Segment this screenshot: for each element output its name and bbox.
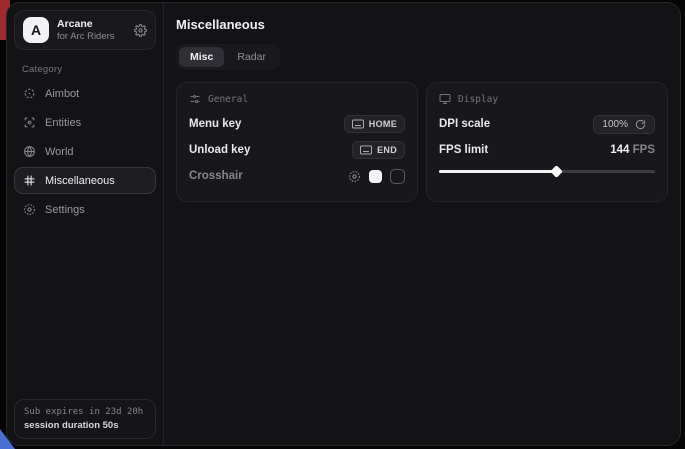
slider-fill [439,170,556,173]
menu-key-button[interactable]: HOME [344,115,405,133]
crosshair-controls [348,169,405,184]
brand-text: Arcane for Arc Riders [57,18,126,43]
crosshair-settings-icon[interactable] [348,170,361,183]
fps-limit-slider[interactable] [439,165,655,177]
settings-icon [23,203,36,216]
session-duration-text: session duration 50s [24,420,146,431]
sidebar-nav: Aimbot Entities World [7,79,163,224]
tab-misc[interactable]: Misc [179,47,224,67]
slider-thumb[interactable] [550,165,563,178]
fps-unit: FPS [633,144,655,156]
entities-icon [23,116,36,129]
general-panel-header: General [189,93,405,105]
sidebar-item-settings[interactable]: Settings [14,196,156,223]
sidebar-item-miscellaneous[interactable]: Miscellaneous [14,167,156,194]
tab-radar[interactable]: Radar [226,47,277,67]
brand-card: A Arcane for Arc Riders [14,10,156,50]
display-panel-header: Display [439,93,655,105]
crosshair-label: Crosshair [189,170,243,182]
tab-bar: Misc Radar [176,44,280,70]
crosshair-row: Crosshair [189,163,405,189]
crosshair-checkbox[interactable] [390,169,405,184]
globe-icon [23,145,36,158]
crosshair-icon [23,87,36,100]
grid-icon [23,174,36,187]
unload-key-row: Unload key END [189,137,405,163]
fps-limit-label: FPS limit [439,144,488,156]
category-label: Category [22,64,163,75]
sidebar: A Arcane for Arc Riders Category [7,3,164,445]
display-panel: Display DPI scale 100% FPS limit [426,82,668,202]
brand-title: Arcane [57,18,126,31]
app-window: A Arcane for Arc Riders Category [6,2,681,446]
sliders-icon [189,93,201,105]
sidebar-item-label: World [45,146,74,158]
sidebar-item-label: Entities [45,117,81,129]
panels: General Menu key HOME Unload key [176,82,668,202]
fps-number: 144 [610,144,629,156]
unload-key-label: Unload key [189,144,250,156]
dpi-scale-select[interactable]: 100% [593,115,655,134]
menu-key-row: Menu key HOME [189,111,405,137]
unload-key-button[interactable]: END [352,141,405,159]
dpi-scale-row: DPI scale 100% [439,111,655,137]
sidebar-item-label: Settings [45,204,85,216]
menu-key-value: HOME [369,119,397,129]
app-logo: A [23,17,49,43]
sidebar-item-entities[interactable]: Entities [14,109,156,136]
refresh-icon [635,119,646,130]
unload-key-value: END [377,145,397,155]
gear-icon[interactable] [134,24,147,37]
display-panel-title: Display [458,94,498,105]
sidebar-item-label: Miscellaneous [45,175,115,187]
brand-subtitle: for Arc Riders [57,31,126,43]
general-panel: General Menu key HOME Unload key [176,82,418,202]
monitor-icon [439,93,451,105]
page-title: Miscellaneous [176,17,668,32]
subscription-card: Sub expires in 23d 20h session duration … [14,399,156,439]
dpi-scale-value: 100% [602,119,628,130]
menu-key-label: Menu key [189,118,241,130]
sub-expiry-text: Sub expires in 23d 20h [24,407,146,417]
crosshair-color-swatch[interactable] [369,170,382,183]
sidebar-item-world[interactable]: World [14,138,156,165]
keyboard-icon [360,145,372,155]
dpi-scale-label: DPI scale [439,118,490,130]
main-content: Miscellaneous Misc Radar General [164,3,680,445]
keyboard-icon [352,119,364,129]
fps-limit-row: FPS limit 144 FPS [439,137,655,163]
sidebar-item-aimbot[interactable]: Aimbot [14,80,156,107]
fps-limit-value: 144 FPS [610,144,655,156]
general-panel-title: General [208,94,248,105]
sidebar-item-label: Aimbot [45,88,79,100]
